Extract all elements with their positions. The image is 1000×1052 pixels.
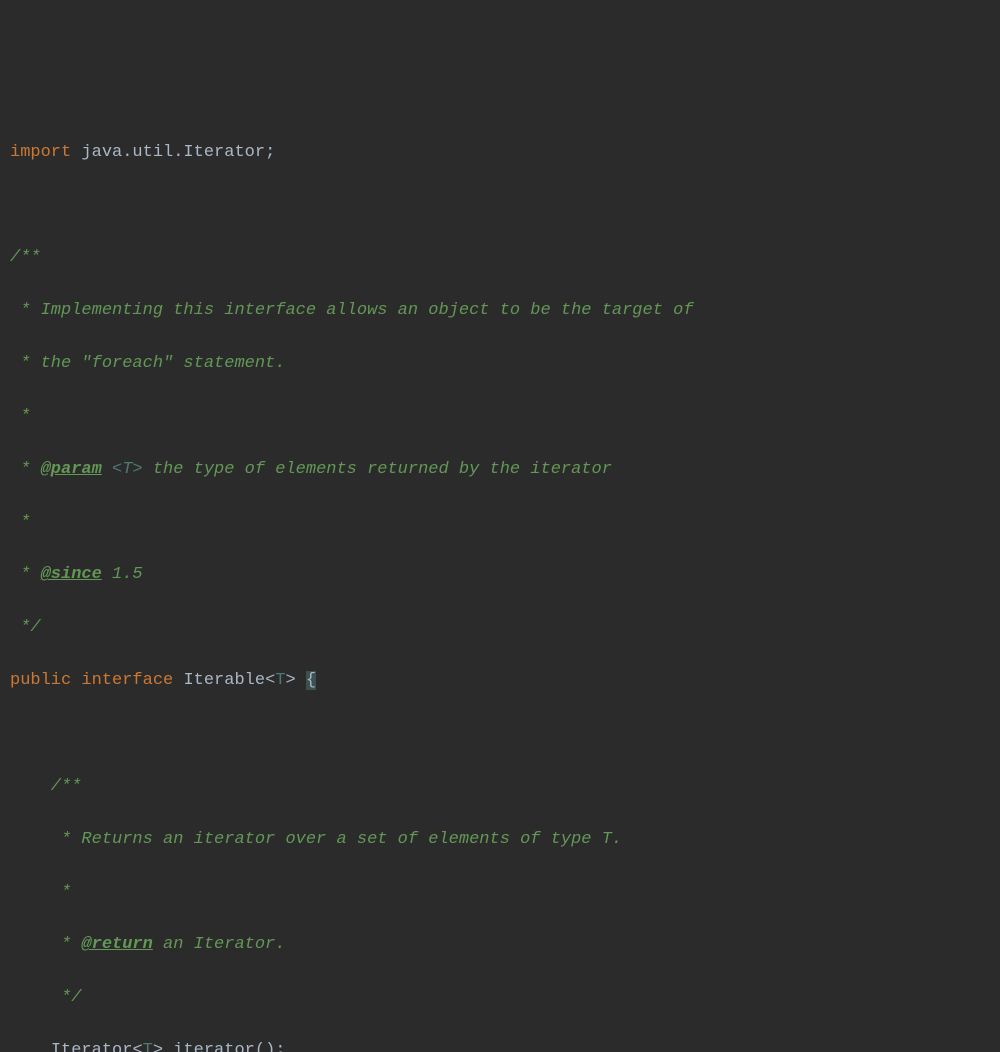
javadoc-start: /** <box>10 248 41 267</box>
code-line[interactable]: * Implementing this interface allows an … <box>0 298 1000 325</box>
interface-keyword: interface <box>81 671 173 690</box>
javadoc-empty: * <box>10 883 71 902</box>
code-line[interactable]: import java.util.Iterator; <box>0 140 1000 167</box>
javadoc-prefix: * <box>10 565 41 584</box>
javadoc-param-tag: @param <box>41 460 102 479</box>
javadoc-end: */ <box>10 988 81 1007</box>
parentheses: () <box>255 1041 275 1052</box>
angle-bracket-open: < <box>265 671 275 690</box>
code-line[interactable]: * the "foreach" statement. <box>0 351 1000 378</box>
code-line[interactable]: */ <box>0 985 1000 1012</box>
javadoc-prefix: * <box>10 301 41 320</box>
code-line[interactable]: * @param <T> the type of elements return… <box>0 457 1000 484</box>
semicolon: ; <box>265 143 275 162</box>
code-line[interactable]: * Returns an iterator over a set of elem… <box>0 827 1000 854</box>
space <box>71 671 81 690</box>
code-line-blank[interactable] <box>0 193 1000 220</box>
code-editor[interactable]: import java.util.Iterator; /** * Impleme… <box>0 113 1000 1052</box>
method-name: iterator <box>163 1041 255 1052</box>
code-line[interactable]: Iterator<T> iterator(); <box>0 1038 1000 1052</box>
code-line[interactable]: * <box>0 510 1000 537</box>
code-line[interactable]: * <box>0 404 1000 431</box>
javadoc-text: Implementing this interface allows an ob… <box>41 301 694 320</box>
javadoc-text: Returns an iterator over a set of elemen… <box>81 830 622 849</box>
code-line[interactable]: * <box>0 880 1000 907</box>
public-keyword: public <box>10 671 71 690</box>
javadoc-since-tag: @since <box>41 565 102 584</box>
code-line[interactable]: */ <box>0 615 1000 642</box>
type-parameter: T <box>275 671 285 690</box>
brace-open-highlighted: { <box>306 671 316 690</box>
javadoc-type-param: <T> <box>102 460 143 479</box>
code-line[interactable]: public interface Iterable<T> { <box>0 668 1000 695</box>
space <box>296 671 306 690</box>
import-keyword: import <box>10 143 71 162</box>
code-line[interactable]: * @since 1.5 <box>0 562 1000 589</box>
javadoc-prefix: * <box>10 935 81 954</box>
javadoc-end: */ <box>10 618 41 637</box>
javadoc-empty: * <box>10 513 30 532</box>
code-line[interactable]: * @return an Iterator. <box>0 932 1000 959</box>
indent <box>10 1041 51 1052</box>
code-line[interactable]: /** <box>0 245 1000 272</box>
angle-bracket-open: < <box>132 1041 142 1052</box>
type-parameter: T <box>143 1041 153 1052</box>
semicolon: ; <box>275 1041 285 1052</box>
angle-bracket-close: > <box>153 1041 163 1052</box>
code-line-blank[interactable] <box>0 721 1000 748</box>
angle-bracket-close: > <box>285 671 295 690</box>
javadoc-desc: an Iterator. <box>153 935 286 954</box>
javadoc-prefix: * <box>10 830 81 849</box>
javadoc-text: the "foreach" statement. <box>41 354 286 373</box>
javadoc-prefix: * <box>10 354 41 373</box>
javadoc-desc: 1.5 <box>102 565 143 584</box>
javadoc-desc: the type of elements returned by the ite… <box>143 460 612 479</box>
javadoc-return-tag: @return <box>81 935 152 954</box>
javadoc-empty: * <box>10 407 30 426</box>
return-type: Iterator <box>51 1041 133 1052</box>
javadoc-prefix: * <box>10 460 41 479</box>
code-line[interactable]: /** <box>0 774 1000 801</box>
interface-name: Iterable <box>173 671 265 690</box>
javadoc-start: /** <box>10 777 81 796</box>
import-package: java.util.Iterator <box>71 143 265 162</box>
